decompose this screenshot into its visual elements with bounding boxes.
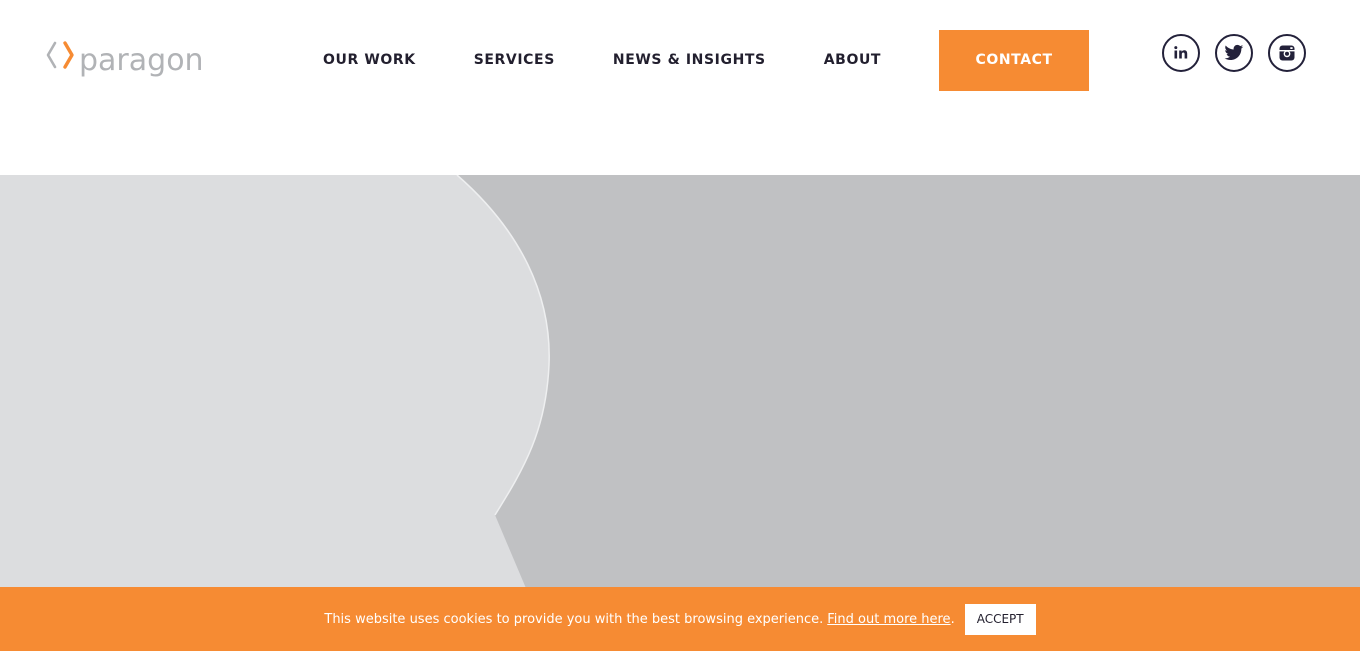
hero-image (0, 175, 1360, 651)
instagram-icon (1279, 45, 1295, 61)
cookie-period: . (950, 611, 955, 627)
contact-button[interactable]: CONTACT (939, 30, 1090, 91)
linkedin-icon (1174, 46, 1188, 59)
site-header: paragon OUR WORK SERVICES NEWS & INSIGHT… (0, 0, 1360, 175)
nav-services[interactable]: SERVICES (445, 30, 584, 91)
cookie-banner: This website uses cookies to provide you… (0, 587, 1360, 651)
nav-our-work[interactable]: OUR WORK (294, 30, 445, 91)
instagram-button[interactable] (1268, 34, 1306, 72)
chevron-brackets-icon (46, 41, 74, 69)
main-nav: OUR WORK SERVICES NEWS & INSIGHTS ABOUT … (294, 30, 1090, 91)
twitter-icon (1224, 44, 1244, 60)
twitter-button[interactable] (1215, 34, 1253, 72)
nav-news-insights[interactable]: NEWS & INSIGHTS (584, 30, 795, 91)
brand-name: paragon (79, 43, 204, 78)
cookie-info-link[interactable]: Find out more here (827, 612, 950, 627)
cookie-message: This website uses cookies to provide you… (324, 611, 824, 627)
linkedin-button[interactable] (1162, 34, 1200, 72)
social-links (1162, 34, 1306, 72)
accept-cookies-button[interactable]: ACCEPT (964, 603, 1036, 635)
hero-silhouette (0, 175, 550, 651)
page: paragon OUR WORK SERVICES NEWS & INSIGHT… (0, 0, 1366, 651)
nav-about[interactable]: ABOUT (795, 30, 910, 91)
logo[interactable]: paragon (44, 38, 204, 76)
